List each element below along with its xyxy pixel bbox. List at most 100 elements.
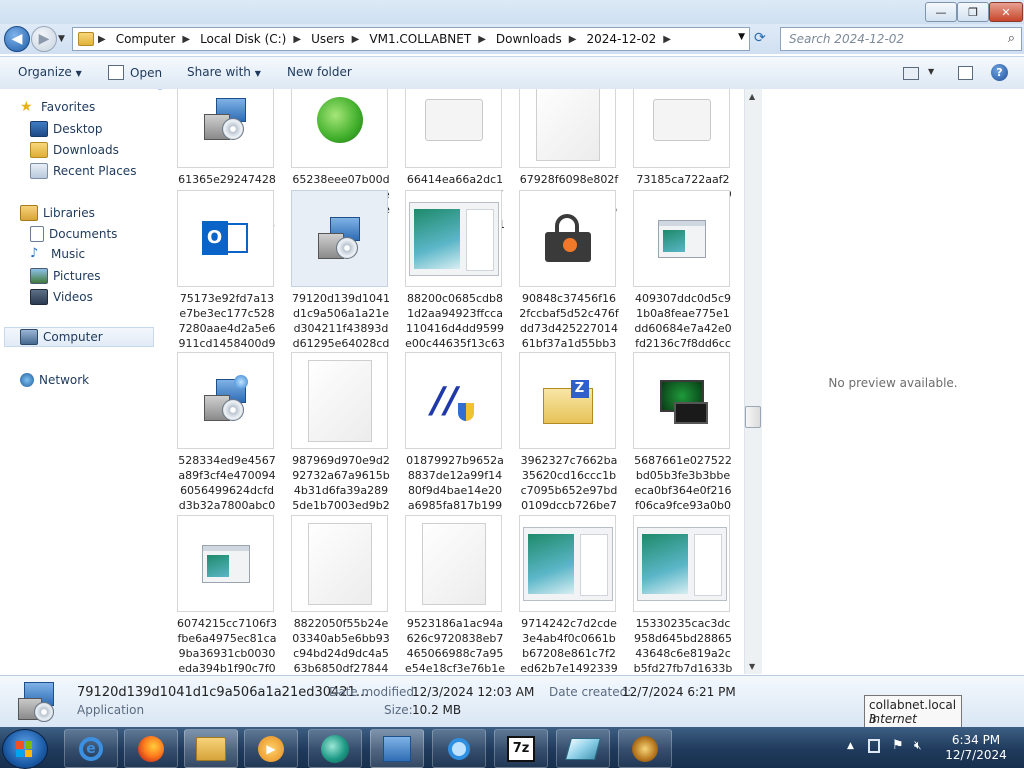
date-modified-label: Date modified: (329, 685, 419, 699)
star-icon: ★ (20, 99, 33, 115)
organize-button[interactable]: Organize ▼ (18, 65, 82, 79)
breadcrumb-downloads[interactable]: Downloads (490, 32, 565, 46)
chevron-right-icon[interactable]: ▶ (659, 34, 675, 45)
nav-desktop-label: Desktop (53, 122, 103, 136)
nav-desktop[interactable]: Desktop (30, 121, 103, 137)
taskbar-7zip[interactable]: 7z (494, 729, 548, 768)
nav-computer-label: Computer (43, 330, 103, 344)
chevron-down-icon[interactable]: ▼ (928, 67, 934, 76)
view-options-icon[interactable] (903, 67, 919, 80)
outlook-icon: O (177, 190, 274, 287)
maximize-button[interactable]: ❐ (957, 2, 989, 22)
scroll-up-icon[interactable]: ▲ (749, 92, 755, 101)
size-value: 10.2 MB (412, 703, 462, 717)
scroll-down-icon[interactable]: ▼ (749, 662, 755, 671)
blank-icon (291, 515, 388, 612)
taskbar-installer[interactable] (370, 729, 424, 768)
volume-muted-icon[interactable]: 🔇︎ (914, 738, 922, 753)
breadcrumb-users[interactable]: Users (305, 32, 348, 46)
show-hidden-icons-icon[interactable]: ▲ (847, 741, 854, 751)
search-input[interactable]: Search 2024-12-02 ⌕ (780, 27, 1022, 51)
chevron-down-icon: ▼ (254, 69, 261, 78)
taskbar-magnifier[interactable] (432, 729, 486, 768)
chevron-down-icon: ▼ (75, 69, 82, 78)
firefox-icon (138, 735, 164, 762)
nav-libraries[interactable]: Libraries (20, 205, 95, 221)
chevron-right-icon[interactable]: ▶ (565, 34, 581, 45)
address-bar[interactable]: ▶ Computer ▶ Local Disk (C:) ▶ Users ▶ V… (72, 27, 750, 51)
taskbar-media-player[interactable]: ▶ (244, 729, 298, 768)
flag-icon[interactable]: ⚑ (892, 738, 904, 753)
breadcrumb-local-disk[interactable]: Local Disk (C:) (194, 32, 289, 46)
selected-file-name: 79120d139d1041d1c9a506a1a21ed30421... (77, 685, 369, 700)
refresh-icon[interactable]: ⟳ (754, 30, 766, 46)
address-dropdown-icon[interactable]: ▼ (738, 32, 745, 42)
nav-network[interactable]: Network (20, 373, 89, 387)
breadcrumb-current-folder[interactable]: 2024-12-02 (581, 32, 660, 46)
explorer-icon (196, 736, 226, 761)
windows-logo-icon (16, 741, 32, 757)
nav-music-label: Music (51, 247, 86, 261)
back-button[interactable]: ◀ (4, 26, 30, 52)
command-bar: Organize ▼ Open Share with ▼ New folder … (0, 56, 1024, 90)
desktop-icon (30, 121, 48, 137)
taskbar-game[interactable] (618, 729, 672, 768)
forward-button[interactable]: ▶ (31, 26, 57, 52)
nav-videos[interactable]: Videos (30, 289, 93, 305)
network-tooltip: collabnet.local 3 Internet access (864, 695, 962, 740)
vertical-scrollbar[interactable]: ▲ ▼ (744, 89, 762, 674)
nav-network-label: Network (39, 373, 90, 387)
taskbar-explorer[interactable] (184, 729, 238, 768)
help-icon[interactable]: ? (991, 64, 1008, 81)
shield-app-icon: // (405, 352, 502, 449)
nav-music[interactable]: ♪ Music (30, 247, 86, 262)
navigation-bar: ◀ ▶ ▼ ▶ Computer ▶ Local Disk (C:) ▶ Use… (0, 24, 1024, 54)
installer-icon (291, 190, 388, 287)
taskbar-disk-tool[interactable] (556, 729, 610, 768)
taskbar: e ▶ 7z ▲ ⚑ 🔇︎ 6:34 PM 12/7/2024 (0, 727, 1024, 768)
taskbar-app-swirl[interactable] (308, 729, 362, 768)
file-list: 61365e29247428b26c8a6ca0d6326bbd04c2c798… (162, 89, 744, 674)
close-button[interactable]: ✕ (989, 2, 1023, 22)
nav-favorites-label: Favorites (41, 100, 96, 114)
share-with-button[interactable]: Share with ▼ (187, 65, 261, 79)
search-placeholder: Search 2024-12-02 (789, 32, 905, 46)
nav-favorites[interactable]: ★ Favorites (20, 100, 95, 114)
scrollbar-thumb[interactable] (745, 406, 761, 428)
recent-pages-chevron-icon[interactable]: ▼ (58, 34, 65, 44)
chevron-right-icon[interactable]: ▶ (178, 34, 194, 45)
blank-icon (405, 515, 502, 612)
app-window-icon (405, 190, 502, 287)
preview-pane-icon[interactable] (958, 66, 973, 80)
nav-downloads[interactable]: Downloads (30, 142, 119, 158)
chevron-right-icon[interactable]: ▶ (474, 34, 490, 45)
taskbar-internet-explorer[interactable]: e (64, 729, 118, 768)
breadcrumb-vm1-collabnet[interactable]: VM1.COLLABNET (363, 32, 474, 46)
installer-icon (177, 89, 274, 168)
title-bar: — ❐ ✕ (0, 0, 1024, 24)
date-created-value: 12/7/2024 6:21 PM (622, 685, 736, 699)
chevron-right-icon[interactable]: ▶ (348, 34, 364, 45)
system-clock[interactable]: 6:34 PM 12/7/2024 (936, 733, 1016, 763)
folder-icon (78, 32, 94, 46)
chevron-right-icon[interactable]: ▶ (289, 34, 305, 45)
start-button[interactable] (2, 729, 48, 769)
app-window-small-icon (177, 515, 274, 612)
nav-recent-places[interactable]: Recent Places (30, 163, 136, 179)
generic-icon (405, 89, 502, 168)
app-window-small-icon (633, 190, 730, 287)
nav-documents[interactable]: Documents (30, 226, 117, 242)
downloads-folder-icon (30, 142, 48, 158)
file-name: 15330235cac3dc958d645bd2886543648c6e819a… (633, 617, 733, 674)
installer-globe-icon (177, 352, 274, 449)
breadcrumb-computer[interactable]: Computer (110, 32, 179, 46)
nav-pictures[interactable]: Pictures (30, 268, 101, 284)
action-center-icon[interactable] (868, 739, 880, 753)
minimize-button[interactable]: — (925, 2, 957, 22)
taskbar-firefox[interactable] (124, 729, 178, 768)
date-created-label: Date created: (549, 685, 632, 699)
nav-computer[interactable]: Computer (4, 327, 154, 347)
open-button[interactable]: Open (108, 65, 162, 80)
new-folder-button[interactable]: New folder (287, 65, 352, 79)
share-label: Share with (187, 65, 251, 79)
